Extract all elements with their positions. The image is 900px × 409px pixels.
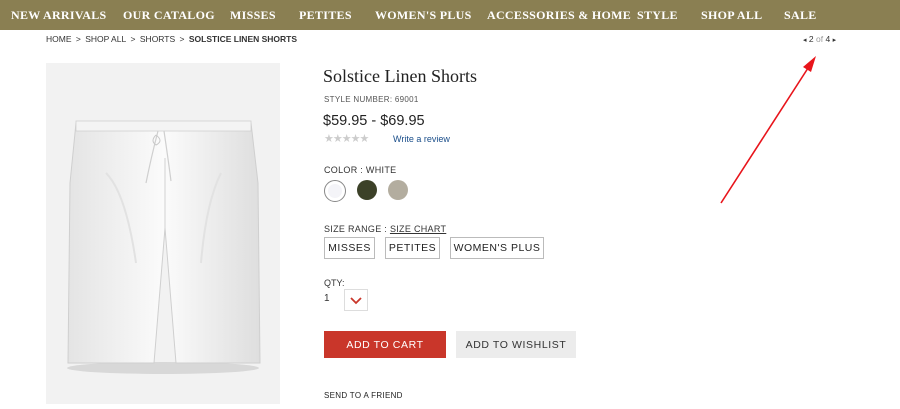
nav-petites[interactable]: PETITES xyxy=(299,8,352,23)
qty-label: QTY: xyxy=(324,278,345,288)
qty-dropdown[interactable] xyxy=(344,289,368,311)
send-to-friend-link[interactable]: SEND TO A FRIEND xyxy=(324,391,403,400)
breadcrumb: HOME > SHOP ALL > SHORTS > SOLSTICE LINE… xyxy=(46,34,299,44)
breadcrumb-home[interactable]: HOME xyxy=(46,34,72,44)
chevron-down-icon xyxy=(350,297,362,305)
nav-new-arrivals[interactable]: NEW ARRIVALS xyxy=(11,8,107,23)
nav-our-catalog[interactable]: OUR CATALOG xyxy=(123,8,215,23)
breadcrumb-separator: > xyxy=(130,34,136,44)
pager-prev-icon[interactable]: ◂ xyxy=(803,37,807,44)
color-label: COLOR : WHITE xyxy=(324,165,396,175)
nav-shop-all[interactable]: SHOP ALL xyxy=(701,8,762,23)
breadcrumb-shorts[interactable]: SHORTS xyxy=(140,34,175,44)
breadcrumb-separator: > xyxy=(75,34,81,44)
pager-next-icon[interactable]: ▸ xyxy=(833,37,837,44)
write-review-link[interactable]: Write a review xyxy=(393,134,450,144)
qty-value[interactable]: 1 xyxy=(324,293,330,304)
size-misses-button[interactable]: MISSES xyxy=(324,237,375,259)
size-womens-plus-button[interactable]: WOMEN'S PLUS xyxy=(450,237,544,259)
product-title: Solstice Linen Shorts xyxy=(323,66,477,86)
size-chart-link[interactable]: SIZE CHART xyxy=(390,224,446,234)
product-price: $59.95 - $69.95 xyxy=(323,113,425,129)
product-pager: ◂ 2 of 4 ▸ xyxy=(803,34,836,44)
add-to-wishlist-button[interactable]: ADD TO WISHLIST xyxy=(456,331,576,358)
nav-sale[interactable]: SALE xyxy=(784,8,817,23)
style-number: STYLE NUMBER: 69001 xyxy=(324,95,419,104)
nav-womens-plus[interactable]: WOMEN'S PLUS xyxy=(375,8,472,23)
size-range-label-text: SIZE RANGE : xyxy=(324,224,388,234)
swatch-olive[interactable] xyxy=(357,180,377,200)
shorts-image xyxy=(67,120,261,374)
color-value: WHITE xyxy=(365,165,397,175)
add-to-cart-button[interactable]: ADD TO CART xyxy=(324,331,446,358)
nav-style[interactable]: STYLE xyxy=(637,8,678,23)
size-range-label: SIZE RANGE : SIZE CHART xyxy=(324,224,446,234)
pager-of: of xyxy=(816,34,824,44)
nav-misses[interactable]: MISSES xyxy=(230,8,276,23)
product-image[interactable] xyxy=(46,63,280,404)
swatch-white[interactable] xyxy=(324,180,346,202)
size-petites-button[interactable]: PETITES xyxy=(385,237,440,259)
swatch-stone[interactable] xyxy=(388,180,408,200)
top-nav: NEW ARRIVALS OUR CATALOG MISSES PETITES … xyxy=(0,0,900,30)
pager-current: 2 xyxy=(808,34,814,44)
breadcrumb-separator: > xyxy=(179,34,185,44)
rating-stars-icon: ★★★★★ xyxy=(324,133,369,145)
pager-total: 4 xyxy=(825,34,831,44)
breadcrumb-current: SOLSTICE LINEN SHORTS xyxy=(188,34,298,44)
color-label-text: COLOR : xyxy=(324,165,364,175)
breadcrumb-shop-all[interactable]: SHOP ALL xyxy=(85,34,126,44)
nav-accessories-home[interactable]: ACCESSORIES & HOME xyxy=(487,8,631,23)
